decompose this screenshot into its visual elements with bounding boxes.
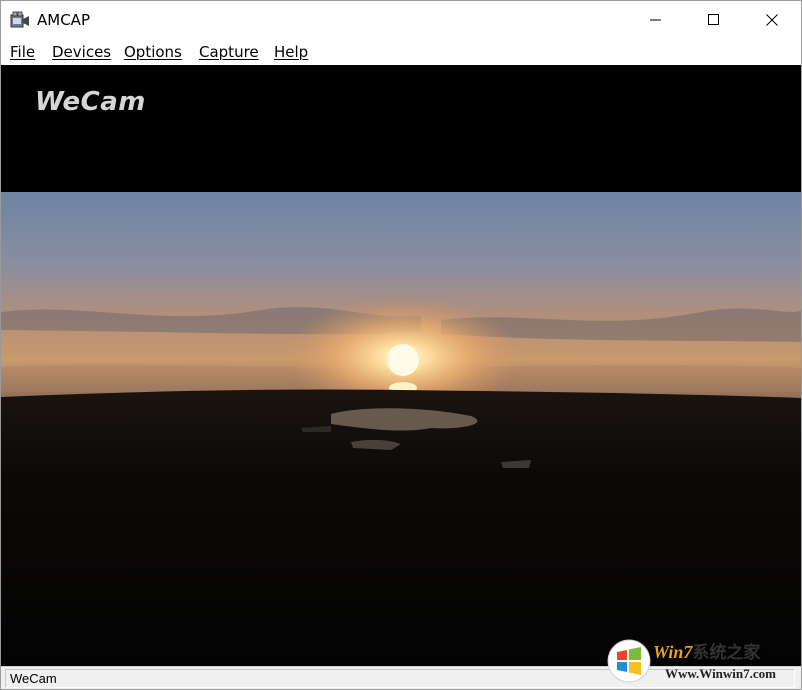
menu-help[interactable]: Help xyxy=(274,43,308,61)
menu-capture[interactable]: Capture xyxy=(199,43,259,61)
menu-file[interactable]: File xyxy=(10,43,35,61)
camera-app-icon xyxy=(10,11,29,28)
site-brand: Win7系统之家 xyxy=(653,642,761,662)
minimize-icon xyxy=(650,19,661,21)
amcap-window: AMCAP File Devices Options Capture Help … xyxy=(0,0,802,690)
close-icon xyxy=(766,14,778,26)
close-button[interactable] xyxy=(743,1,801,39)
maximize-icon xyxy=(708,14,719,25)
site-url: Www.Winwin7.com xyxy=(665,666,776,681)
menu-devices[interactable]: Devices xyxy=(52,43,111,61)
video-overlay-logo: WeCam xyxy=(35,87,146,117)
menu-bar: File Devices Options Capture Help xyxy=(1,39,801,65)
video-preview[interactable]: WeCam xyxy=(1,65,801,666)
windows-logo-icon xyxy=(607,639,651,683)
window-title: AMCAP xyxy=(37,11,90,29)
title-bar[interactable]: AMCAP xyxy=(1,1,801,39)
status-text: WeCam xyxy=(10,671,57,686)
sunset-scene-image xyxy=(1,192,801,666)
maximize-button[interactable] xyxy=(685,1,743,39)
minimize-button[interactable] xyxy=(627,1,685,39)
menu-options[interactable]: Options xyxy=(124,43,182,61)
site-watermark: Win7系统之家 Www.Winwin7.com xyxy=(601,635,801,689)
